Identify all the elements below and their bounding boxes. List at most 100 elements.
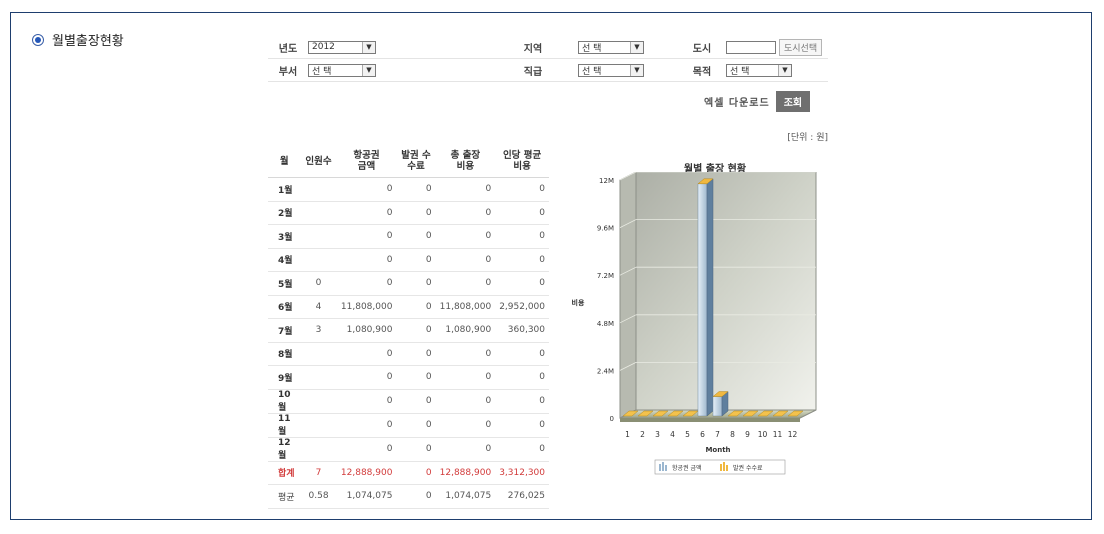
- chevron-down-icon: ▼: [630, 64, 643, 76]
- table-cell: 0: [396, 437, 436, 462]
- action-bar: 엑셀 다운로드 조회: [704, 91, 811, 112]
- table-cell: 0: [396, 177, 436, 202]
- section-heading: 월별출장현황: [32, 30, 124, 49]
- table-row: 8월 0 0 0 0: [268, 342, 549, 366]
- x-tick-label: 6: [700, 430, 705, 439]
- x-axis-label: Month: [705, 446, 730, 454]
- table-cell: 0: [396, 389, 436, 414]
- table-row: 9월 0 0 0 0: [268, 365, 549, 390]
- excel-download-link[interactable]: 엑셀 다운로드: [704, 94, 770, 109]
- table-cell: 0: [336, 201, 397, 225]
- table-cell: 0: [495, 201, 549, 225]
- x-tick-label: 3: [655, 430, 660, 439]
- col-header-headcount: 인원수: [300, 145, 337, 178]
- legend-swatch-airfare: [665, 465, 667, 471]
- table-cell: 3월: [268, 224, 301, 249]
- table-cell: 0: [435, 389, 496, 414]
- table-cell: 10월: [268, 389, 301, 414]
- table-cell: 0: [435, 224, 496, 249]
- plot-floor-edge: [620, 418, 800, 422]
- table-cell: [300, 177, 337, 202]
- table-cell: 0: [396, 248, 436, 272]
- x-tick-label: 5: [685, 430, 690, 439]
- city-label: 도시: [678, 36, 726, 59]
- table-row: 3월 0 0 0 0: [268, 224, 549, 249]
- table-cell: 0: [435, 365, 496, 390]
- table-cell: 2월: [268, 201, 301, 225]
- table-cell: 276,025: [495, 484, 549, 509]
- table-cell: 0: [336, 413, 397, 438]
- x-tick-label: 4: [670, 430, 675, 439]
- table-cell: 0: [396, 365, 436, 390]
- col-header-airfare-text: 항공권 금액: [353, 150, 380, 172]
- x-tick-label: 10: [758, 430, 768, 439]
- plot-background: [619, 172, 817, 419]
- table-cell: 1월: [268, 177, 301, 202]
- legend-label-fee: 발권 수수료: [733, 464, 763, 472]
- table-cell: 4: [300, 295, 337, 319]
- year-label: 년도: [268, 36, 308, 59]
- table-cell: [300, 224, 337, 249]
- table-cell: 평균: [268, 484, 301, 509]
- table-cell: 1,074,075: [336, 484, 397, 509]
- position-select[interactable]: 선 택 ▼: [578, 63, 644, 77]
- table-cell: 0: [495, 389, 549, 414]
- chevron-down-icon: ▼: [778, 64, 791, 76]
- table-cell: 1,074,075: [435, 484, 496, 509]
- table-cell: 0: [336, 342, 397, 366]
- position-label: 직급: [488, 58, 578, 82]
- table-cell: 0: [495, 365, 549, 390]
- table-cell: 9월: [268, 365, 301, 390]
- dept-label: 부서: [268, 58, 308, 82]
- table-cell: 12,888,900: [336, 461, 397, 485]
- table-cell: 0: [495, 248, 549, 272]
- table-cell: 8월: [268, 342, 301, 366]
- query-button[interactable]: 조회: [775, 91, 811, 112]
- table-cell: 0.58: [300, 484, 337, 509]
- table-cell: 0: [336, 271, 397, 296]
- table-cell: 7: [300, 461, 337, 485]
- dept-select[interactable]: 선 택 ▼: [308, 63, 376, 77]
- table-cell: [300, 248, 337, 272]
- year-select[interactable]: 2012 ▼: [308, 40, 376, 54]
- table-cell: 합계: [268, 461, 301, 485]
- content-frame: [10, 12, 1092, 520]
- chevron-down-icon: ▼: [362, 64, 375, 76]
- table-cell: 12,888,900: [435, 461, 496, 485]
- legend-swatch-fee: [726, 465, 728, 471]
- x-tick-label: 7: [715, 430, 720, 439]
- table-cell: [300, 342, 337, 366]
- monthly-table: 월 인원수 항공권 금액 발권 수수료 총 출장 비용 인당 평균비용 1월 0 0…: [268, 145, 549, 509]
- table-cell: 11월: [268, 413, 301, 438]
- table-cell: 0: [396, 201, 436, 225]
- table-cell: 0: [495, 437, 549, 462]
- purpose-label: 목적: [678, 58, 726, 82]
- table-cell: 0: [396, 342, 436, 366]
- legend-swatch-fee: [723, 462, 725, 471]
- chevron-down-icon: ▼: [362, 41, 375, 53]
- table-cell: 0: [435, 201, 496, 225]
- col-header-avg-cost: 인당 평균비용: [495, 145, 549, 178]
- table-cell: 11,808,000: [435, 295, 496, 319]
- table-cell: 0: [336, 365, 397, 390]
- section-title: 월별출장현황: [52, 34, 124, 49]
- table-cell: 0: [396, 271, 436, 296]
- total-row: 합계 7 12,888,900 0 12,888,900 3,312,300: [268, 461, 549, 485]
- table-cell: [300, 389, 337, 414]
- average-row: 평균 0.58 1,074,075 0 1,074,075 276,025: [268, 484, 549, 509]
- city-select-button[interactable]: 도시선택: [779, 38, 823, 56]
- y-tick-label: 0: [610, 415, 614, 423]
- table-cell: 1,080,900: [336, 318, 397, 343]
- city-input[interactable]: [726, 40, 776, 54]
- region-select[interactable]: 선 택 ▼: [578, 40, 644, 54]
- table-cell: 0: [336, 177, 397, 202]
- purpose-select[interactable]: 선 택 ▼: [726, 63, 792, 77]
- purpose-select-value: 선 택: [730, 66, 750, 77]
- table-row: 11월 0 0 0 0: [268, 413, 549, 438]
- table-row: 4월 0 0 0 0: [268, 248, 549, 272]
- table-cell: 1,080,900: [435, 318, 496, 343]
- x-tick-label: 8: [730, 430, 735, 439]
- table-row: 6월 4 11,808,000 0 11,808,000 2,952,000: [268, 295, 549, 319]
- chevron-down-icon: ▼: [630, 41, 643, 53]
- x-tick-label: 1: [625, 430, 630, 439]
